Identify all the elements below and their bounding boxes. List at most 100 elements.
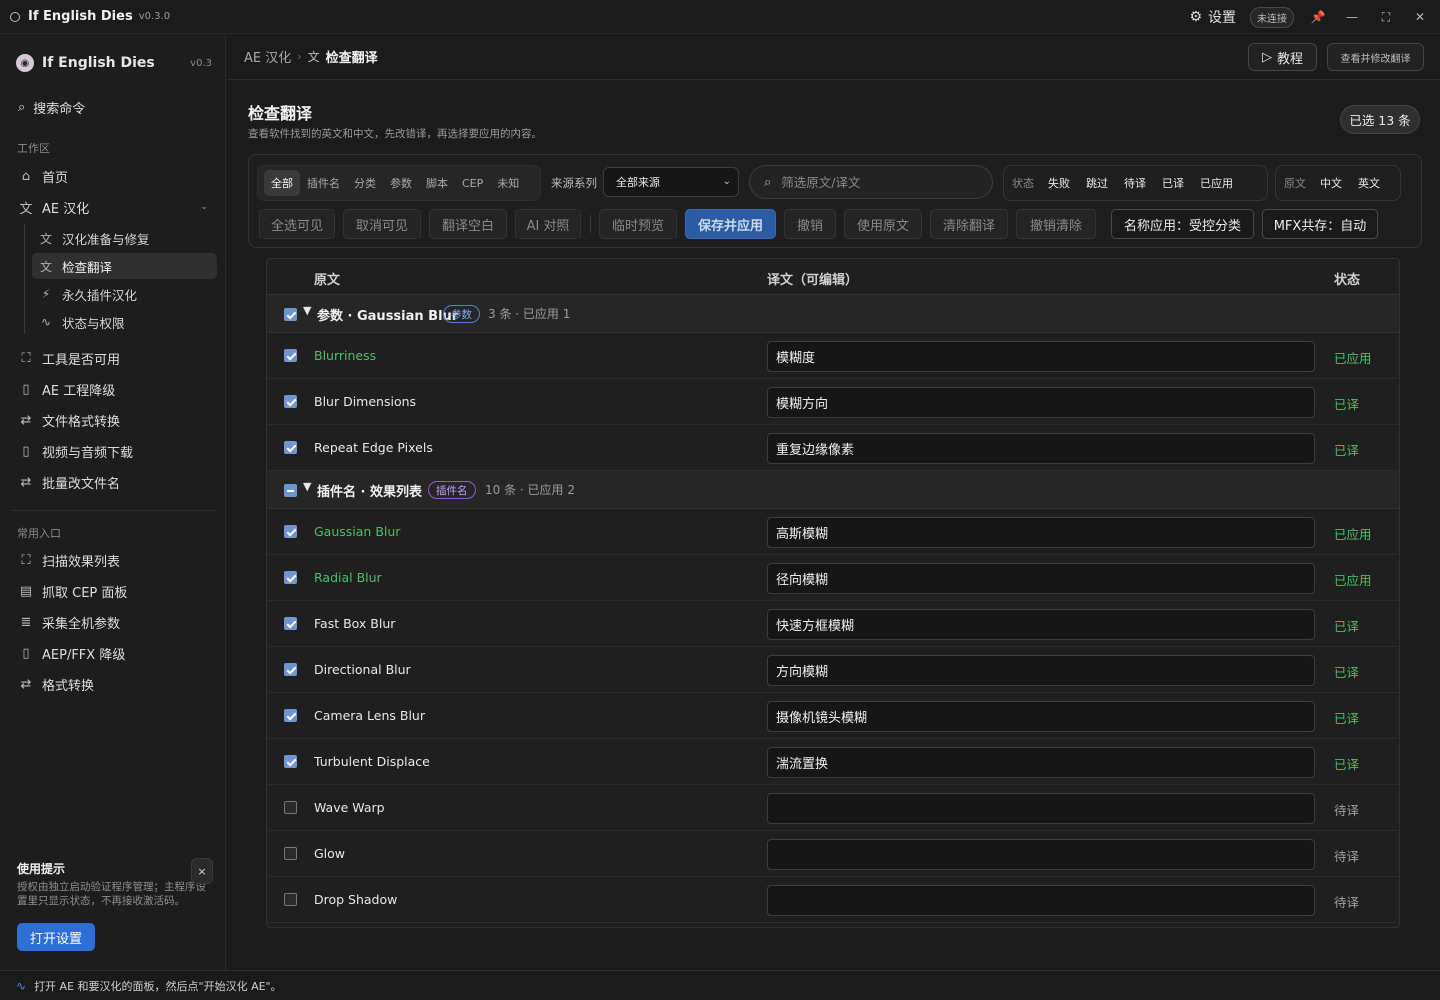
row-checkbox[interactable]	[284, 441, 297, 454]
row-checkbox[interactable]	[284, 801, 297, 814]
row-translation-input[interactable]: 高斯模糊	[767, 517, 1315, 548]
table-row: Gaussian Blur 高斯模糊 已应用	[267, 509, 1399, 555]
mfx-coexist-button[interactable]: MFX共存：自动	[1262, 209, 1378, 239]
sidebar-item-download[interactable]: ▯ 视频与音频下载	[12, 438, 216, 464]
sidebar-item-aep-ffx[interactable]: ▯ AEP/FFX 降级	[12, 640, 216, 666]
row-checkbox[interactable]	[284, 617, 297, 630]
use-source-button[interactable]: 使用原文	[844, 209, 922, 239]
tutorial-button[interactable]: ▷ 教程	[1248, 43, 1317, 71]
state-chip-skipped[interactable]: 跳过	[1078, 170, 1116, 196]
row-checkbox[interactable]	[284, 893, 297, 906]
row-translation-input[interactable]: 重复边缘像素	[767, 433, 1315, 464]
sidebar-item-collect[interactable]: ≣ 采集全机参数	[12, 609, 216, 635]
sidebar-item-tools[interactable]: ⛶ 工具是否可用	[12, 345, 216, 371]
settings-button[interactable]: ⚙ 设置	[1189, 7, 1236, 27]
row-checkbox[interactable]	[284, 349, 297, 362]
minimize-button[interactable]: —	[1342, 10, 1362, 24]
open-settings-button[interactable]: 打开设置	[17, 923, 95, 951]
row-checkbox[interactable]	[284, 395, 297, 408]
sidebar-subitem-permanent[interactable]: ⚡ 永久插件汉化	[32, 281, 217, 307]
row-translation-input[interactable]: 摄像机镜头模糊	[767, 701, 1315, 732]
row-translation-input[interactable]: 模糊度	[767, 341, 1315, 372]
sidebar-item-cep[interactable]: ▤ 抓取 CEP 面板	[12, 578, 216, 604]
clear-translation-button[interactable]: 清除翻译	[930, 209, 1008, 239]
close-button[interactable]: ✕	[1410, 10, 1430, 24]
row-translation-input[interactable]	[767, 839, 1315, 870]
sidebar-item-convert[interactable]: ⇄ 文件格式转换	[12, 407, 216, 433]
connection-badge: 未连接	[1250, 6, 1294, 28]
view-edit-button[interactable]: 查看并修改翻译	[1327, 43, 1424, 71]
sidebar-item-downgrade[interactable]: ▯ AE 工程降级	[12, 376, 216, 402]
row-translation-input[interactable]: 方向模糊	[767, 655, 1315, 686]
group-checkbox[interactable]	[284, 484, 297, 497]
app-circle-icon	[10, 11, 20, 22]
sidebar-subitem-prepare[interactable]: 文 汉化准备与修复	[32, 225, 217, 251]
row-checkbox[interactable]	[284, 755, 297, 768]
state-chip-pending[interactable]: 待译	[1116, 170, 1154, 196]
triangle-down-icon[interactable]: ▼	[303, 304, 311, 317]
state-chip-failed[interactable]: 失败	[1040, 170, 1078, 196]
source-select-value: 全部来源	[616, 176, 660, 189]
command-search[interactable]: ⌕ 搜索命令	[18, 98, 85, 117]
sidebar-item-rename[interactable]: ⇄ 批量改文件名	[12, 469, 216, 495]
refresh-icon: ⇄	[20, 474, 32, 490]
lang-chip-en[interactable]: 英文	[1350, 170, 1388, 196]
row-translation-input[interactable]	[767, 793, 1315, 824]
app-title: If English Dies	[28, 9, 133, 24]
save-apply-button[interactable]: 保存并应用	[685, 209, 776, 239]
sidebar-item-format[interactable]: ⇄ 格式转换	[12, 671, 216, 697]
table-header: 原文 译文（可编辑） 状态	[267, 259, 1399, 295]
undo-button[interactable]: 撤销	[784, 209, 836, 239]
temp-preview-button[interactable]: 临时预览	[599, 209, 677, 239]
filter-chip-unknown[interactable]: 未知	[490, 170, 526, 196]
group-header[interactable]: ▼ 参数 · Gaussian Blur 参数 3 条 · 已应用 1	[267, 295, 1399, 333]
row-checkbox[interactable]	[284, 709, 297, 722]
deselect-visible-button[interactable]: 取消可见	[343, 209, 421, 239]
row-translation-input[interactable]: 模糊方向	[767, 387, 1315, 418]
translate-blank-button[interactable]: 翻译空白	[429, 209, 507, 239]
row-translation-input[interactable]: 径向模糊	[767, 563, 1315, 594]
undo-clear-button[interactable]: 撤销清除	[1016, 209, 1096, 239]
breadcrumb-parent[interactable]: AE 汉化	[244, 47, 291, 66]
row-translation-input[interactable]	[767, 885, 1315, 916]
row-checkbox[interactable]	[284, 663, 297, 676]
row-checkbox[interactable]	[284, 847, 297, 860]
sidebar-subitem-check[interactable]: 文 检查翻译	[32, 253, 217, 279]
maximize-button[interactable]: ⛶	[1376, 10, 1396, 25]
filter-chip-param[interactable]: 参数	[383, 170, 419, 196]
group-checkbox[interactable]	[284, 308, 297, 321]
table-row: Glow 待译	[267, 831, 1399, 877]
filter-chip-all[interactable]: 全部	[264, 170, 300, 196]
filter-chip-script[interactable]: 脚本	[419, 170, 455, 196]
row-translation-input[interactable]: 湍流置换	[767, 747, 1315, 778]
select-visible-button[interactable]: 全选可见	[259, 209, 335, 239]
sidebar-item-ae-cn[interactable]: 文 AE 汉化 ⌄	[12, 194, 216, 220]
triangle-down-icon[interactable]: ▼	[303, 480, 311, 493]
sidebar-item-home[interactable]: ⌂ 首页	[12, 163, 216, 189]
filter-search[interactable]: ⌕	[749, 165, 993, 199]
filter-chip-plugin[interactable]: 插件名	[300, 170, 347, 196]
sidebar-subitem-status[interactable]: ∿ 状态与权限	[32, 309, 217, 335]
panel-icon: ▤	[19, 583, 33, 599]
table-row: Blurriness 模糊度 已应用	[267, 333, 1399, 379]
tip-close-button[interactable]: ×	[191, 858, 213, 884]
lang-filter: 原文 中文 英文	[1275, 165, 1401, 201]
state-chip-applied[interactable]: 已应用	[1192, 170, 1241, 196]
row-translation-input[interactable]: 快速方框模糊	[767, 609, 1315, 640]
group-header[interactable]: ▼ 插件名 · 效果列表 插件名 10 条 · 已应用 2	[267, 471, 1399, 509]
state-chip-translated[interactable]: 已译	[1154, 170, 1192, 196]
filter-search-input[interactable]	[781, 174, 972, 190]
group-count: 3 条 · 已应用 1	[488, 307, 571, 321]
row-checkbox[interactable]	[284, 571, 297, 584]
row-checkbox[interactable]	[284, 525, 297, 538]
sidebar-item-scan-effects[interactable]: ⛶ 扫描效果列表	[12, 547, 216, 573]
pin-icon[interactable]: 📌	[1308, 10, 1328, 24]
filter-chip-category[interactable]: 分类	[347, 170, 383, 196]
ai-compare-button[interactable]: AI 对照	[515, 209, 581, 239]
lang-chip-zh[interactable]: 中文	[1312, 170, 1350, 196]
sidebar-item-label: 汉化准备与修复	[62, 231, 150, 247]
name-apply-button[interactable]: 名称应用：受控分类	[1111, 209, 1254, 239]
search-icon: ⌕	[764, 174, 772, 190]
filter-chip-cep[interactable]: CEP	[455, 170, 490, 196]
source-select[interactable]: 全部来源 ⌄	[603, 167, 739, 197]
